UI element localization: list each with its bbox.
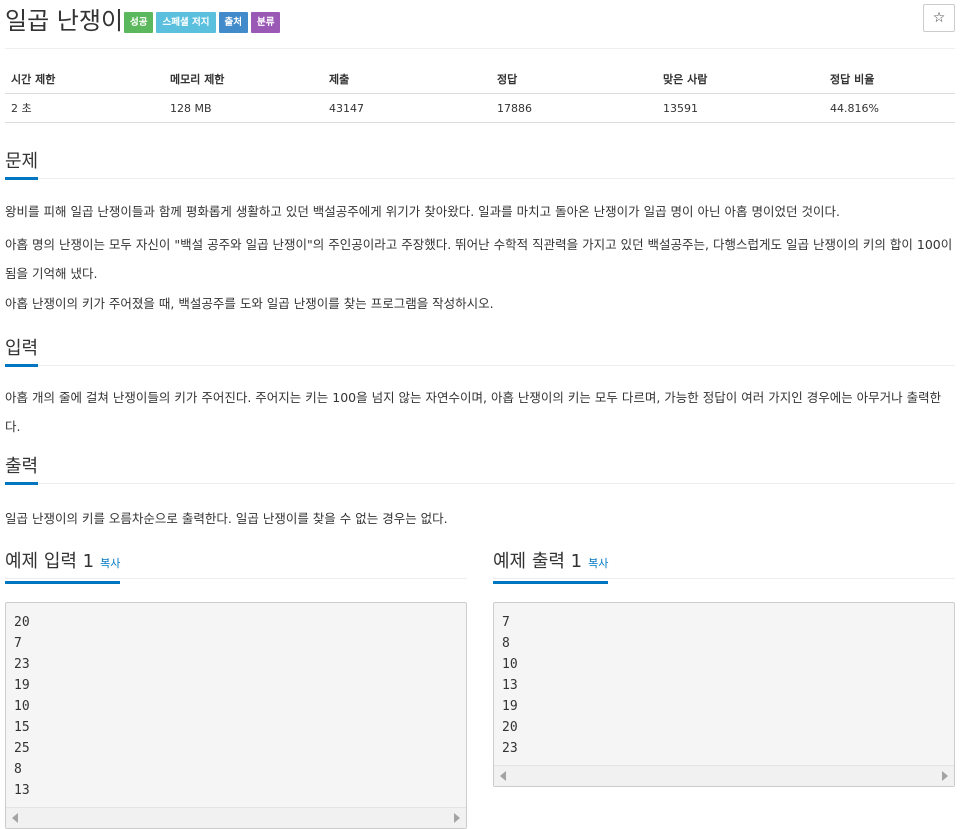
- sample-input-title: 예제 입력 1: [5, 551, 95, 572]
- info-header-solved-users: 맞은 사람: [657, 65, 824, 94]
- label-tags[interactable]: 분류: [250, 12, 281, 33]
- info-ratio: 44.816%: [824, 93, 955, 123]
- scroll-left-icon[interactable]: [12, 813, 18, 823]
- sample-input-column: 예제 입력 1 복사 20 7 23 19 10 15 25 8 13: [5, 545, 467, 829]
- description-paragraph-3: 아홉 난쟁이의 키가 주어졌을 때, 백설공주를 도와 일곱 난쟁이를 찾는 프…: [5, 296, 494, 311]
- problem-header: 일곱 난쟁이 성공 스페셜 저지 출처 분류 ☆: [5, 0, 955, 49]
- sample-input-data: 20 7 23 19 10 15 25 8 13: [14, 615, 30, 798]
- info-header-memory-limit: 메모리 제한: [164, 65, 323, 94]
- description-paragraph-2: 아홉 명의 난쟁이는 모두 자신이 "백설 공주와 일곱 난쟁이"의 주인공이라…: [5, 237, 953, 281]
- scroll-right-icon[interactable]: [454, 813, 460, 823]
- sample-input-heading: 예제 입력 1 복사: [5, 550, 121, 584]
- problem-page: 일곱 난쟁이 성공 스페셜 저지 출처 분류 ☆ 시간 제한 메모리 제한 제출…: [5, 0, 955, 829]
- sample-output-copy-button[interactable]: 복사: [588, 557, 608, 570]
- scroll-left-icon[interactable]: [500, 771, 506, 781]
- sample-output-column: 예제 출력 1 복사 7 8 10 13 19 20 23: [493, 545, 955, 787]
- sample-output-heading: 예제 출력 1 복사: [493, 550, 609, 584]
- input-headline: 입력: [5, 337, 955, 367]
- star-icon: ☆: [932, 10, 946, 26]
- sample-output-data: 7 8 10 13 19 20 23: [502, 615, 518, 756]
- info-table-header-row: 시간 제한 메모리 제한 제출 정답 맞은 사람 정답 비율: [5, 65, 955, 94]
- problem-labels: 성공 스페셜 저지 출처 분류: [124, 12, 281, 33]
- output-heading: 출력: [5, 455, 39, 485]
- sample-output-title: 예제 출력 1: [493, 551, 583, 572]
- problem-info-table: 시간 제한 메모리 제한 제출 정답 맞은 사람 정답 비율 2 초 128 M…: [5, 65, 955, 123]
- sample-input-scrollbar[interactable]: [6, 807, 466, 828]
- input-description: 아홉 개의 줄에 걸쳐 난쟁이들의 키가 주어진다. 주어지는 키는 100을 …: [5, 390, 942, 434]
- description-headline: 문제: [5, 150, 955, 180]
- star-button[interactable]: ☆: [923, 4, 955, 32]
- info-memory-limit: 128 MB: [164, 93, 323, 123]
- info-accepted: 17886: [491, 93, 657, 123]
- sample-input-headline: 예제 입력 1 복사: [5, 545, 467, 584]
- info-submissions: 43147: [323, 93, 491, 123]
- sample-input-copy-button[interactable]: 복사: [100, 557, 120, 570]
- info-header-time-limit: 시간 제한: [5, 65, 164, 94]
- sample-output-scrollbar[interactable]: [494, 765, 954, 786]
- info-table-row: 2 초 128 MB 43147 17886 13591 44.816%: [5, 93, 955, 123]
- description-heading: 문제: [5, 150, 39, 180]
- problem-title: 일곱 난쟁이: [5, 7, 124, 35]
- info-solved-users: 13591: [657, 93, 824, 123]
- label-success[interactable]: 성공: [124, 12, 154, 33]
- info-header-submissions: 제출: [323, 65, 491, 94]
- output-headline: 출력: [5, 455, 955, 485]
- label-source[interactable]: 출처: [218, 12, 248, 33]
- label-special-judge[interactable]: 스페셜 저지: [156, 12, 216, 33]
- description-paragraph-1: 왕비를 피해 일곱 난쟁이들과 함께 평화롭게 생활하고 있던 백설공주에게 위…: [5, 204, 840, 219]
- sample-output-box[interactable]: 7 8 10 13 19 20 23: [493, 602, 955, 787]
- info-header-accepted: 정답: [491, 65, 657, 94]
- output-description: 일곱 난쟁이의 키를 오름차순으로 출력한다. 일곱 난쟁이를 찾을 수 없는 …: [5, 511, 448, 526]
- sample-input-box[interactable]: 20 7 23 19 10 15 25 8 13: [5, 602, 467, 829]
- info-time-limit: 2 초: [5, 93, 164, 123]
- input-heading: 입력: [5, 337, 39, 367]
- scroll-right-icon[interactable]: [942, 771, 948, 781]
- sample-output-headline: 예제 출력 1 복사: [493, 545, 955, 584]
- info-header-ratio: 정답 비율: [824, 65, 955, 94]
